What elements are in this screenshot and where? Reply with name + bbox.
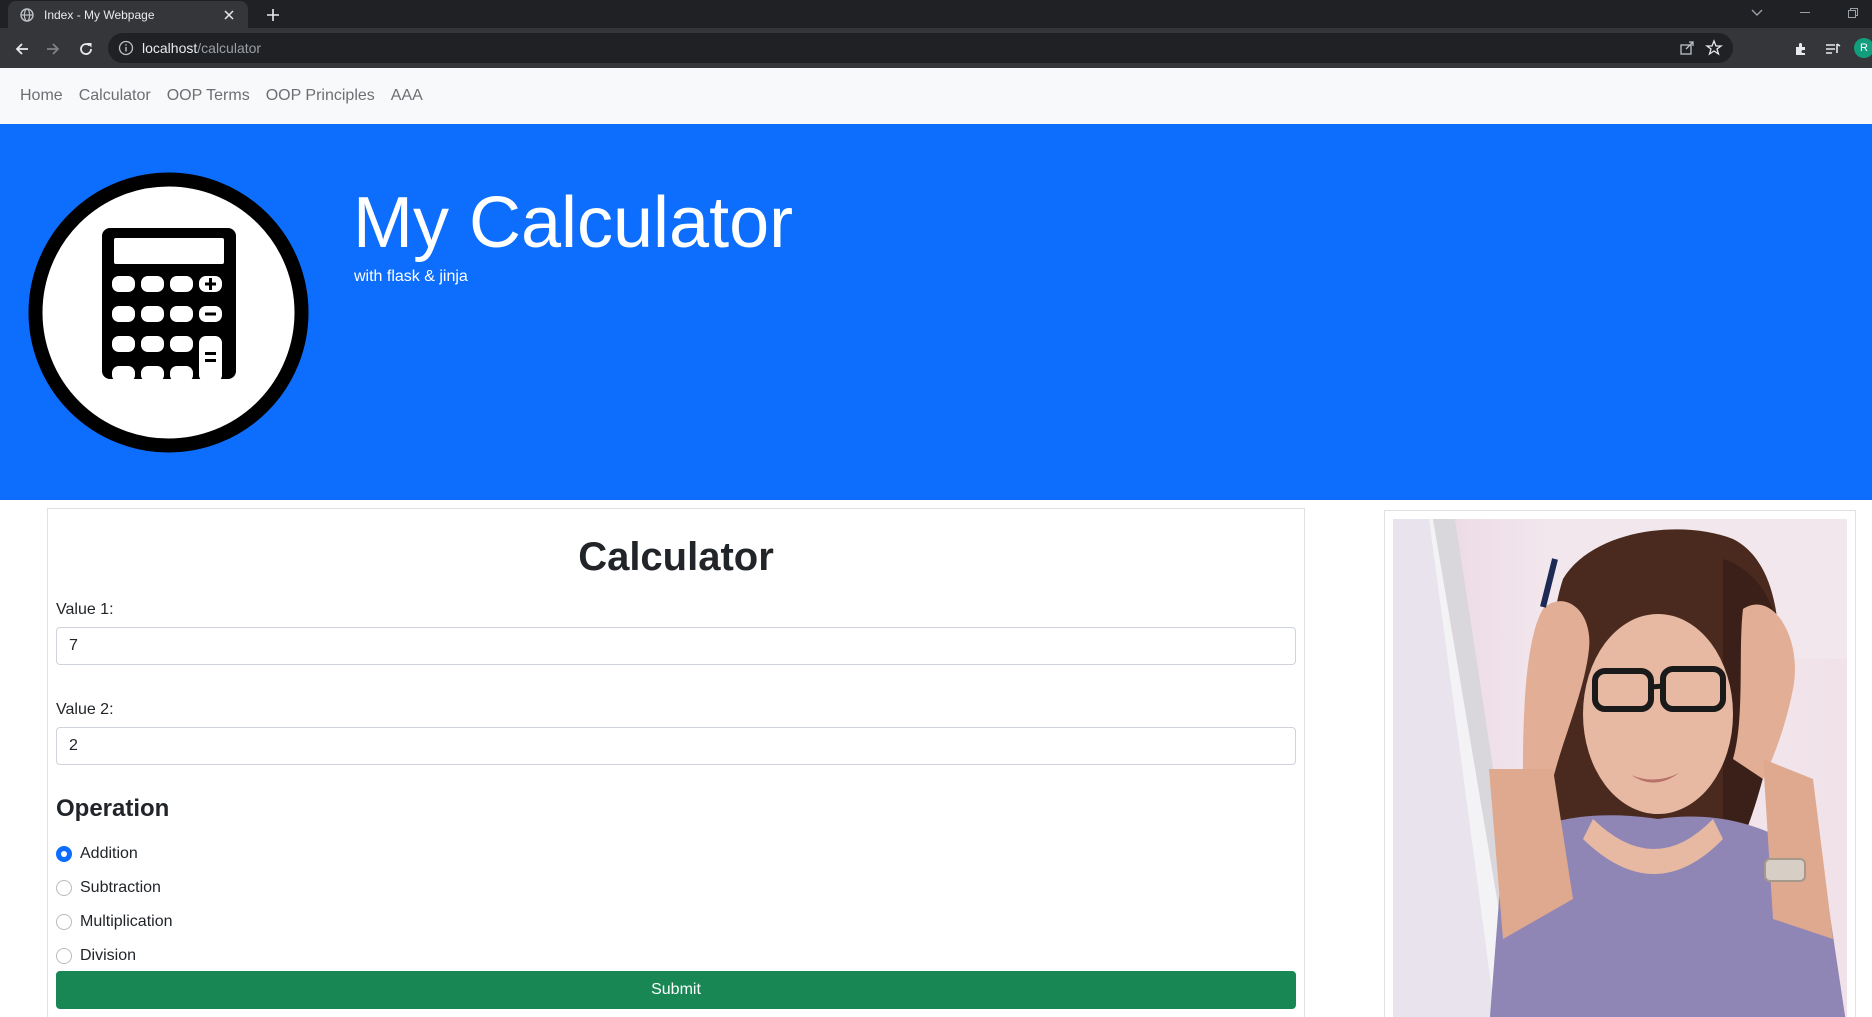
- site-navbar: Home Calculator OOP Terms OOP Principles…: [0, 68, 1872, 124]
- nav-item-calculator[interactable]: Calculator: [79, 87, 151, 105]
- operation-heading: Operation: [56, 795, 170, 822]
- tab-title: Index - My Webpage: [44, 8, 155, 22]
- calculator-form: Calculator Value 1: 7 Value 2: 2 Operati…: [47, 508, 1305, 1017]
- nav-item-home[interactable]: Home: [20, 87, 63, 105]
- url-host: localhost: [142, 40, 198, 56]
- url-path: /calculator: [197, 40, 262, 56]
- globe-icon: [20, 8, 34, 22]
- radio-subtraction[interactable]: Subtraction: [56, 879, 161, 897]
- radio-label-addition: Addition: [80, 845, 138, 862]
- calculator-icon: [28, 172, 309, 453]
- radio-multiplication[interactable]: Multiplication: [56, 913, 172, 931]
- radio-button[interactable]: [56, 914, 72, 930]
- value2-input[interactable]: 2: [56, 727, 1296, 765]
- radio-button-checked[interactable]: [56, 846, 72, 862]
- profile-avatar[interactable]: R: [1854, 38, 1872, 58]
- radio-division[interactable]: Division: [56, 947, 136, 965]
- restore-icon[interactable]: [1841, 3, 1865, 23]
- stressed-woman-photo: [1393, 519, 1847, 1017]
- submit-button[interactable]: Submit: [56, 971, 1296, 1009]
- radio-label-subtraction: Subtraction: [80, 879, 161, 896]
- extensions-icon[interactable]: [1789, 37, 1813, 61]
- browser-tabstrip: Index - My Webpage: [0, 0, 1872, 29]
- value2-label: Value 2:: [56, 701, 114, 718]
- photo-card: [1384, 510, 1856, 1017]
- radio-label-multiplication: Multiplication: [80, 913, 173, 930]
- minimize-icon[interactable]: [1793, 3, 1817, 23]
- reading-list-icon[interactable]: [1821, 37, 1845, 61]
- radio-label-division: Division: [80, 947, 137, 964]
- info-icon[interactable]: [118, 40, 134, 56]
- close-icon[interactable]: [220, 6, 238, 24]
- radio-button[interactable]: [56, 948, 72, 964]
- radio-addition[interactable]: Addition: [56, 845, 138, 863]
- browser-toolbar: localhost/calculator R: [0, 28, 1872, 68]
- browser-tab[interactable]: Index - My Webpage: [8, 1, 248, 29]
- reload-icon[interactable]: [74, 37, 98, 61]
- hero-banner: My Calculator with flask & jinja: [0, 124, 1872, 500]
- hero-title: My Calculator: [353, 183, 794, 263]
- url-text: localhost/calculator: [142, 40, 261, 56]
- nav-item-oop-terms[interactable]: OOP Terms: [167, 87, 250, 105]
- radio-button[interactable]: [56, 880, 72, 896]
- new-tab-button[interactable]: [262, 4, 284, 26]
- share-icon[interactable]: [1679, 40, 1695, 56]
- form-heading: Calculator: [578, 535, 774, 579]
- value1-input[interactable]: 7: [56, 627, 1296, 665]
- back-icon[interactable]: [10, 37, 34, 61]
- forward-icon[interactable]: [41, 37, 65, 61]
- address-bar[interactable]: localhost/calculator: [108, 33, 1733, 63]
- nav-item-aaa[interactable]: AAA: [391, 87, 423, 105]
- bookmark-star-icon[interactable]: [1705, 39, 1723, 57]
- value1-label: Value 1:: [56, 601, 114, 618]
- hero-subtitle: with flask & jinja: [354, 268, 468, 285]
- chevron-down-icon[interactable]: [1745, 3, 1769, 23]
- nav-item-oop-principles[interactable]: OOP Principles: [266, 87, 375, 105]
